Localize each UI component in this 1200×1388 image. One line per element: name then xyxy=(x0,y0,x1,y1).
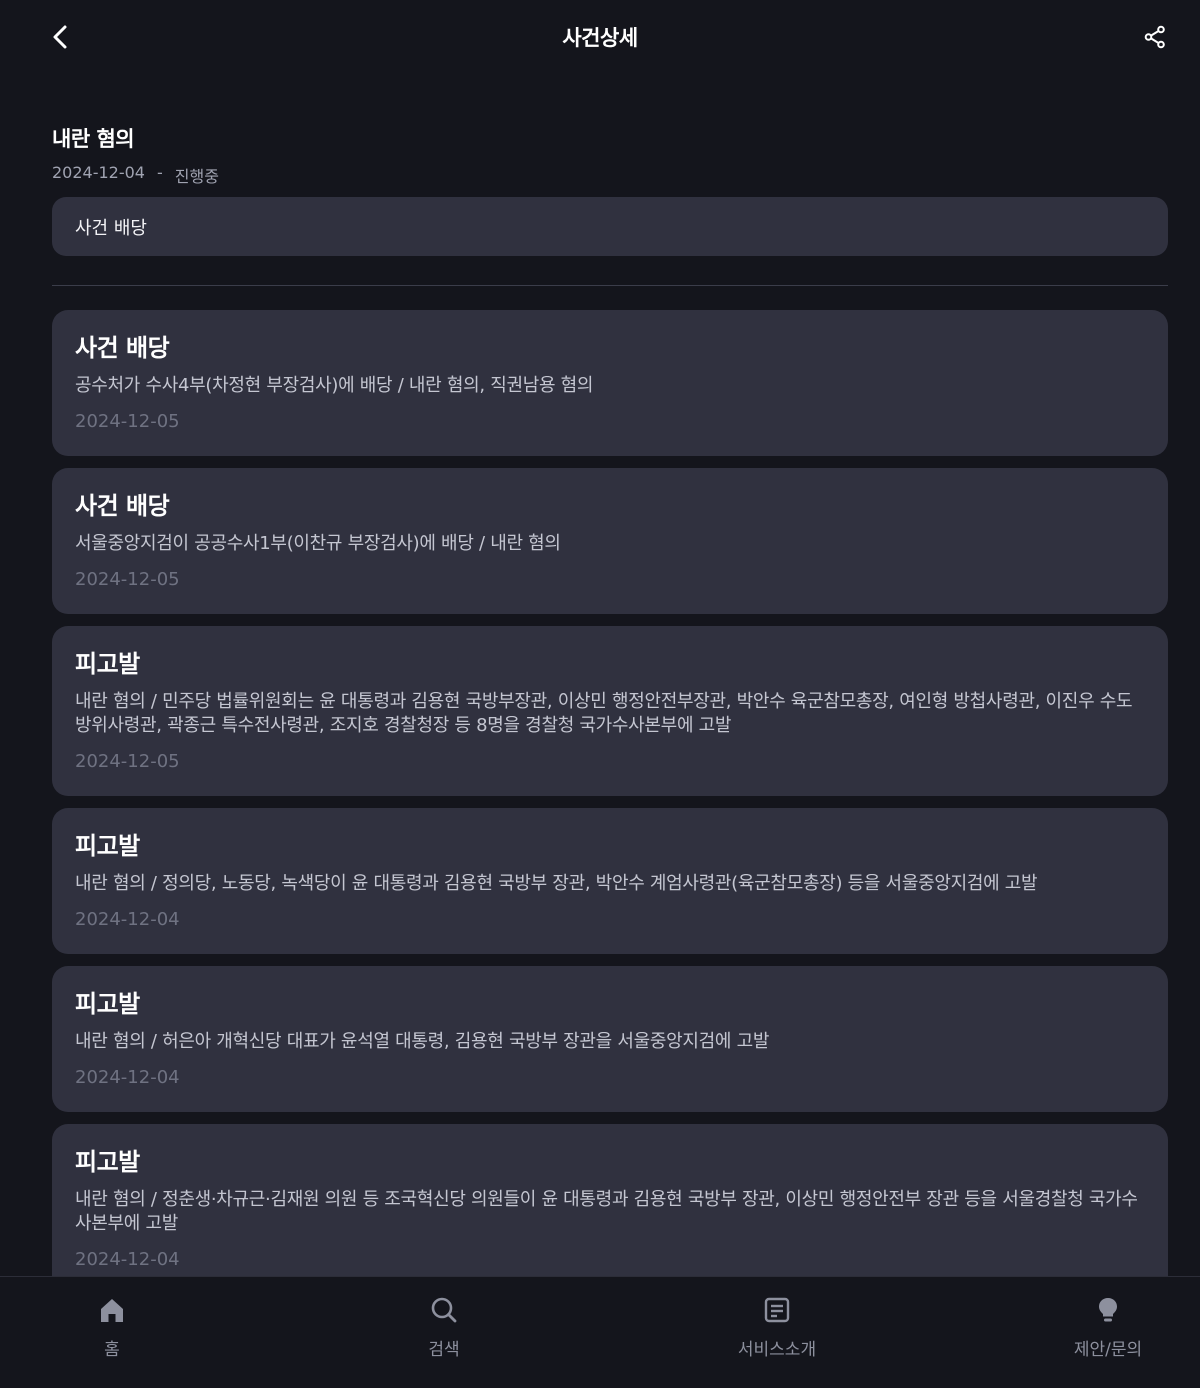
tab-service-intro[interactable]: 서비스소개 xyxy=(707,1293,847,1360)
top-app-bar: 사건상세 xyxy=(0,0,1200,74)
event-type: 피고발 xyxy=(75,990,140,1018)
event-description: 내란 혐의 / 민주당 법률위원회는 윤 대통령과 김용현 국방부장관, 이상민… xyxy=(75,691,1133,736)
section-divider xyxy=(52,285,1168,286)
latest-event-box: 사건 배당 xyxy=(52,197,1168,256)
event-type: 사건 배당 xyxy=(75,334,170,362)
search-icon xyxy=(431,1297,457,1323)
event-type: 피고발 xyxy=(75,832,140,860)
event-date: 2024-12-04 xyxy=(75,909,180,930)
page-title: 사건상세 xyxy=(562,26,638,50)
event-card[interactable]: 피고발 내란 혐의 / 허은아 개혁신당 대표가 윤석열 대통령, 김용현 국방… xyxy=(52,966,1168,1112)
event-card[interactable]: 사건 배당 공수처가 수사4부(차정현 부장검사)에 배당 / 내란 혐의, 직… xyxy=(52,310,1168,456)
tab-search[interactable]: 검색 xyxy=(374,1293,514,1360)
latest-event-label: 사건 배당 xyxy=(75,217,147,239)
event-description: 공수처가 수사4부(차정현 부장검사)에 배당 / 내란 혐의, 직권남용 혐의 xyxy=(75,375,594,396)
event-type: 피고발 xyxy=(75,1148,140,1176)
event-date: 2024-12-04 xyxy=(75,1249,180,1270)
event-description: 내란 혐의 / 정춘생·차규근·김재원 의원 등 조국혁신당 의원들이 윤 대통… xyxy=(75,1189,1138,1234)
home-icon xyxy=(101,1299,123,1322)
event-date: 2024-12-04 xyxy=(75,1067,180,1088)
event-timeline: 사건 배당 공수처가 수사4부(차정현 부장검사)에 배당 / 내란 혐의, 직… xyxy=(52,310,1168,1306)
case-meta: 2024-12-04 - 진행중 xyxy=(52,163,219,187)
tab-label: 검색 xyxy=(428,1340,460,1360)
tab-label: 홈 xyxy=(104,1340,120,1360)
event-date: 2024-12-05 xyxy=(75,569,180,590)
event-card[interactable]: 피고발 내란 혐의 / 정춘생·차규근·김재원 의원 등 조국혁신당 의원들이 … xyxy=(52,1124,1168,1294)
event-card[interactable]: 사건 배당 서울중앙지검이 공공수사1부(이찬규 부장검사)에 배당 / 내란 … xyxy=(52,468,1168,614)
share-icon xyxy=(1144,25,1165,49)
case-start-date: 2024-12-04 xyxy=(52,163,145,182)
share-button[interactable] xyxy=(1138,20,1172,54)
case-meta-separator: - xyxy=(156,163,163,182)
case-status: 진행중 xyxy=(174,167,219,186)
event-type: 피고발 xyxy=(75,650,140,678)
event-card[interactable]: 피고발 내란 혐의 / 정의당, 노동당, 녹색당이 윤 대통령과 김용현 국방… xyxy=(52,808,1168,954)
event-date: 2024-12-05 xyxy=(75,751,180,772)
event-date: 2024-12-05 xyxy=(75,411,180,432)
document-icon xyxy=(764,1297,790,1323)
event-card[interactable]: 피고발 내란 혐의 / 민주당 법률위원회는 윤 대통령과 김용현 국방부장관,… xyxy=(52,626,1168,796)
event-description: 내란 혐의 / 허은아 개혁신당 대표가 윤석열 대통령, 김용현 국방부 장관… xyxy=(75,1031,770,1052)
event-type: 사건 배당 xyxy=(75,492,170,520)
case-title: 내란 혐의 xyxy=(52,127,135,151)
tab-label: 서비스소개 xyxy=(737,1340,817,1360)
lightbulb-icon xyxy=(1099,1298,1117,1322)
event-description: 서울중앙지검이 공공수사1부(이찬규 부장검사)에 배당 / 내란 혐의 xyxy=(75,533,561,554)
tab-label: 제안/문의 xyxy=(1073,1340,1143,1360)
bottom-tab-bar: 홈 검색 서비스소개 제안/문의 xyxy=(0,1276,1200,1388)
tab-home[interactable]: 홈 xyxy=(42,1293,182,1360)
tab-suggestion[interactable]: 제안/문의 xyxy=(1038,1293,1178,1360)
event-description: 내란 혐의 / 정의당, 노동당, 녹색당이 윤 대통령과 김용현 국방부 장관… xyxy=(75,873,1038,894)
